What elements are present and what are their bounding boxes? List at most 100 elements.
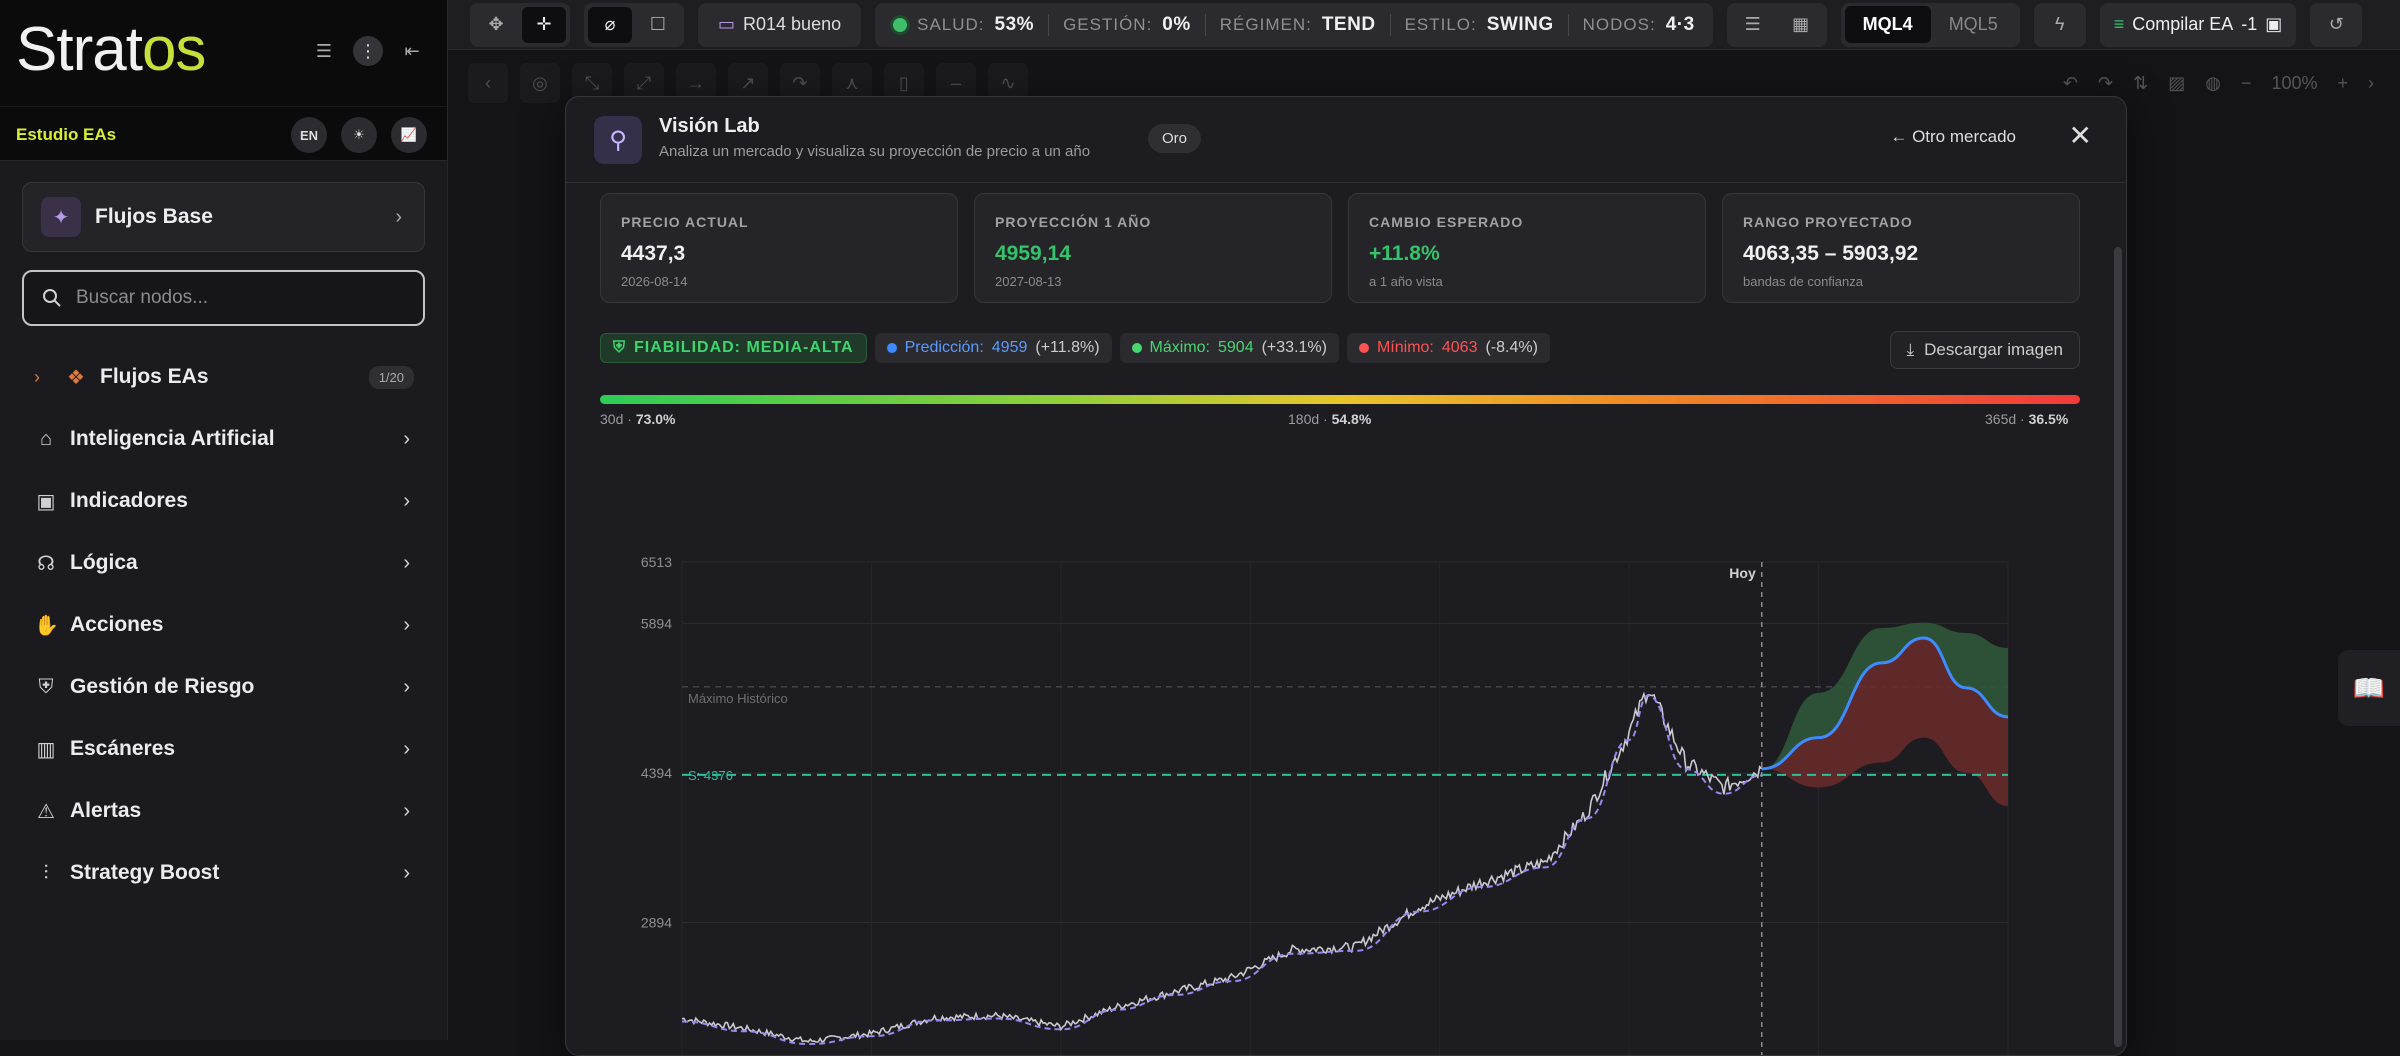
project-selector[interactable]: ▭ R014 bueno [698, 2, 862, 47]
ath-label: Máximo Histórico [688, 691, 788, 706]
brain-icon: ☊ [37, 552, 55, 575]
flash-tool: ϟ [2033, 2, 2086, 47]
sort-icon[interactable]: ⇅ [2133, 73, 2148, 94]
estilo-value: SWING [1486, 13, 1554, 35]
health-dot-icon [893, 17, 908, 32]
sidebar-menu: › ❖ Flujos EAs 1/20 ⌂ Inteligencia Artif… [0, 346, 448, 904]
salud-value: 53% [994, 13, 1035, 35]
confidence-365d: 365d · 36.5% [1985, 411, 2069, 427]
palette-icon[interactable]: ◍ [2205, 73, 2221, 94]
chevron-right-icon: › [34, 366, 40, 387]
sidebar-item-logica[interactable]: ☊ Lógica › [0, 532, 448, 594]
download-image-button[interactable]: ⤓ Descargar imagen [1889, 331, 2080, 369]
sidebar-item-ia[interactable]: ⌂ Inteligencia Artificial › [0, 408, 448, 470]
flujos-base-card[interactable]: ✦ Flujos Base › [22, 182, 425, 252]
list-icon[interactable]: ☰ [1731, 7, 1775, 43]
calendar-icon: ▣ [2265, 14, 2283, 34]
hand-icon: ✋ [34, 614, 59, 637]
rocket-icon: ✦ [41, 197, 81, 237]
pan-icon[interactable]: ✛ [522, 6, 566, 43]
sidebar-item-strategy-boost[interactable]: ⫶ Strategy Boost › [0, 842, 448, 904]
sidebar-item-indicadores[interactable]: ▣ Indicadores › [0, 470, 448, 532]
mql4-tab[interactable]: MQL4 [1844, 6, 1931, 43]
y-tick-label: 6513 [641, 554, 672, 570]
vision-lab-modal: ⚲ Visión Lab Analiza un mercado y visual… [565, 96, 2127, 1056]
market-tag: Oro [1148, 124, 1202, 153]
modal-title: Visión Lab [659, 115, 760, 137]
flujos-base-label: Flujos Base [95, 205, 213, 228]
modal-subtitle: Analiza un mercado y visualiza su proyec… [659, 143, 1091, 160]
bot-icon[interactable]: ☐ [636, 7, 680, 43]
fingerprint-icon[interactable]: ◎ [520, 63, 560, 103]
chart-view-button[interactable]: 📈 [391, 117, 427, 153]
zoom-in-icon[interactable]: + [2337, 73, 2348, 94]
support-label: S: 4376 [688, 768, 733, 783]
search-box [22, 270, 425, 326]
modal-scrollbar[interactable] [2114, 247, 2122, 1047]
folder-icon: ▭ [718, 14, 736, 34]
mql5-tab[interactable]: MQL5 [1931, 6, 2016, 43]
plot-area [681, 561, 2009, 1055]
chevron-right-icon: › [403, 737, 410, 760]
confidence-180d: 180d · 54.8% [1288, 411, 1372, 427]
y-tick-label: 5894 [641, 616, 672, 632]
chevron-right-icon: › [403, 489, 410, 512]
lightning-icon[interactable]: ϟ [2038, 7, 2082, 43]
sidebar-item-gestion-riesgo[interactable]: ⛨ Gestión de Riesgo › [0, 656, 448, 718]
search-input[interactable] [76, 287, 396, 309]
modal-header: ⚲ Visión Lab Analiza un mercado y visual… [566, 97, 2126, 183]
robot-icon: ⌂ [39, 427, 53, 450]
stat-card-cambio: CAMBIO ESPERADO +11.8% a 1 año vista [1348, 193, 1706, 303]
move-icon[interactable]: ✥ [474, 7, 518, 43]
otro-mercado-button[interactable]: ← Otro mercado [1890, 127, 2016, 147]
shield-check-icon: ⛨ [613, 339, 627, 356]
redo-icon[interactable]: ↷ [2098, 73, 2113, 94]
chevron-right-icon: › [403, 427, 410, 450]
sidebar-item-acciones[interactable]: ✋ Acciones › [0, 594, 448, 656]
shield-icon: ⛨ [38, 675, 54, 698]
language-switch: MQL4 MQL5 [1840, 2, 2020, 47]
menu-icon[interactable]: ☰ [309, 36, 339, 66]
search-icon [43, 289, 61, 307]
undo-icon[interactable]: ↶ [2063, 73, 2078, 94]
download-icon: ⤓ [1906, 340, 1915, 359]
language-button[interactable]: EN [291, 117, 327, 153]
sidebar-item-flujos-eas[interactable]: › ❖ Flujos EAs 1/20 [0, 346, 448, 408]
history-icon[interactable]: ↺ [2314, 7, 2358, 43]
telescope-icon: ⚲ [594, 116, 642, 164]
stat-cards: PRECIO ACTUAL 4437,3 2026-08-14 PROYECCI… [600, 193, 2080, 303]
theme-toggle-button[interactable]: ☀ [341, 117, 377, 153]
app-logo: Stratos [16, 15, 206, 84]
compile-button[interactable]: ≡ Compilar EA -1 ▣ [2099, 2, 2297, 47]
prediccion-chip: Predicción: 4959 (+11.8%) [874, 333, 1112, 363]
move-tools: ✥ ✛ [470, 2, 570, 47]
disconnect-icon[interactable]: ⌀ [588, 6, 632, 43]
more-vertical-icon[interactable]: ⋮ [353, 36, 383, 66]
minimo-chip: Mínimo: 4063 (-8.4%) [1346, 333, 1550, 363]
image-icon[interactable]: ▨ [2168, 73, 2185, 94]
today-label: Hoy [1729, 565, 1756, 581]
arrow-left-icon: ← [1890, 127, 1913, 146]
collapse-sidebar-icon[interactable]: ⇤ [397, 36, 427, 66]
book-icon[interactable]: 📖 [2338, 650, 2400, 726]
bar-chart-icon: ▥ [36, 738, 56, 761]
studio-bar: Estudio EAs EN ☀ 📈 [0, 106, 447, 161]
confidence-30d: 30d · 73.0% [600, 411, 676, 427]
chevron-right-icon[interactable]: › [2368, 73, 2374, 94]
gestion-value: 0% [1162, 13, 1191, 35]
chevron-right-icon: › [403, 861, 410, 884]
sidebar-item-alertas[interactable]: ⚠ Alertas › [0, 780, 448, 842]
stat-card-rango: RANGO PROYECTADO 4063,35 – 5903,92 banda… [1722, 193, 2080, 303]
zoom-out-icon[interactable]: − [2241, 73, 2252, 94]
fiabilidad-badge: ⛨ FIABILIDAD: MEDIA-ALTA [600, 333, 867, 363]
chevron-right-icon: › [403, 613, 410, 636]
y-tick-label: 4394 [641, 765, 672, 781]
grid-icon[interactable]: ▦ [1779, 7, 1823, 43]
close-icon[interactable]: ✕ [2069, 119, 2092, 152]
sidebar-item-escaneres[interactable]: ▥ Escáneres › [0, 718, 448, 780]
project-name: R014 bueno [743, 14, 842, 34]
chevron-left-icon[interactable]: ‹ [468, 63, 508, 103]
status-bar: SALUD: 53% GESTIÓN: 0% RÉGIMEN: TEND ESTILO… [875, 2, 1713, 47]
regimen-value: TEND [1321, 13, 1376, 35]
sidebar-header: Stratos ☰ ⋮ ⇤ [0, 0, 447, 106]
